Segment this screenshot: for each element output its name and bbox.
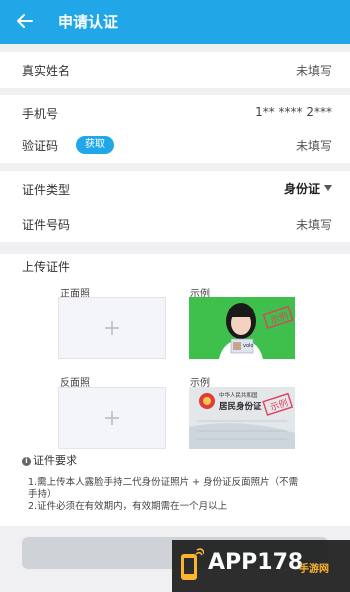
real-name-value[interactable]: 未填写 <box>296 62 332 79</box>
id-card-header: 中华人民共和国 <box>219 391 258 399</box>
upload-front-button[interactable] <box>58 297 166 359</box>
id-number-row[interactable]: 证件号码 未填写 <box>0 206 350 242</box>
plus-icon <box>105 411 119 425</box>
requirements-title: i 证件要求 <box>22 452 77 468</box>
get-code-button[interactable]: 获取 <box>76 136 114 154</box>
sample-back-photo: 中华人民共和国 居民身份证 示例 <box>189 387 295 449</box>
id-number-label: 证件号码 <box>22 218 71 232</box>
phone-label: 手机号 <box>22 107 59 121</box>
upload-back-button[interactable] <box>58 387 166 449</box>
watermark-brand: APP178 <box>208 550 304 575</box>
plus-icon <box>105 321 119 335</box>
id-card-back-illustration: 中华人民共和国 居民身份证 示例 <box>189 387 295 449</box>
sample-front-photo: volo 示例 <box>189 297 295 359</box>
phone-logo-icon <box>181 548 204 580</box>
requirement-line-1-cont: 手持） <box>28 489 57 500</box>
real-name-label: 真实姓名 <box>22 64 71 78</box>
chevron-down-icon[interactable] <box>324 185 332 191</box>
verify-code-row[interactable]: 验证码 未填写 <box>0 127 350 163</box>
phone-row: 手机号 1** **** 2*** <box>0 95 350 131</box>
upload-title: 上传证件 <box>22 260 71 274</box>
requirement-line-2: 2.证件必须在有效期内，有效期需在一个月以上 <box>28 501 228 512</box>
person-holding-id-illustration: volo 示例 <box>189 297 295 359</box>
back-arrow-icon[interactable] <box>14 10 36 32</box>
requirement-line-1: 1.需上传本人露脸手持二代身份证照片 + 身份证反面照片（不需 <box>28 477 299 488</box>
info-icon: i <box>22 457 31 466</box>
id-type-select[interactable]: 身份证 <box>284 180 320 197</box>
verify-code-label: 验证码 <box>22 139 59 153</box>
id-number-value[interactable]: 未填写 <box>296 216 332 233</box>
svg-text:volo: volo <box>243 343 253 349</box>
real-name-row[interactable]: 真实姓名 未填写 <box>0 52 350 88</box>
phone-value: 1** **** 2*** <box>255 105 332 119</box>
id-type-label: 证件类型 <box>22 183 71 197</box>
watermark-sub: 手游网 <box>299 564 329 575</box>
id-card-title: 居民身份证 <box>218 401 262 412</box>
watermark-logo: APP178 手游网 <box>172 540 350 592</box>
title-bar: 申请认证 <box>0 0 350 44</box>
page-title: 申请认证 <box>58 13 119 31</box>
verify-code-value[interactable]: 未填写 <box>296 137 332 154</box>
